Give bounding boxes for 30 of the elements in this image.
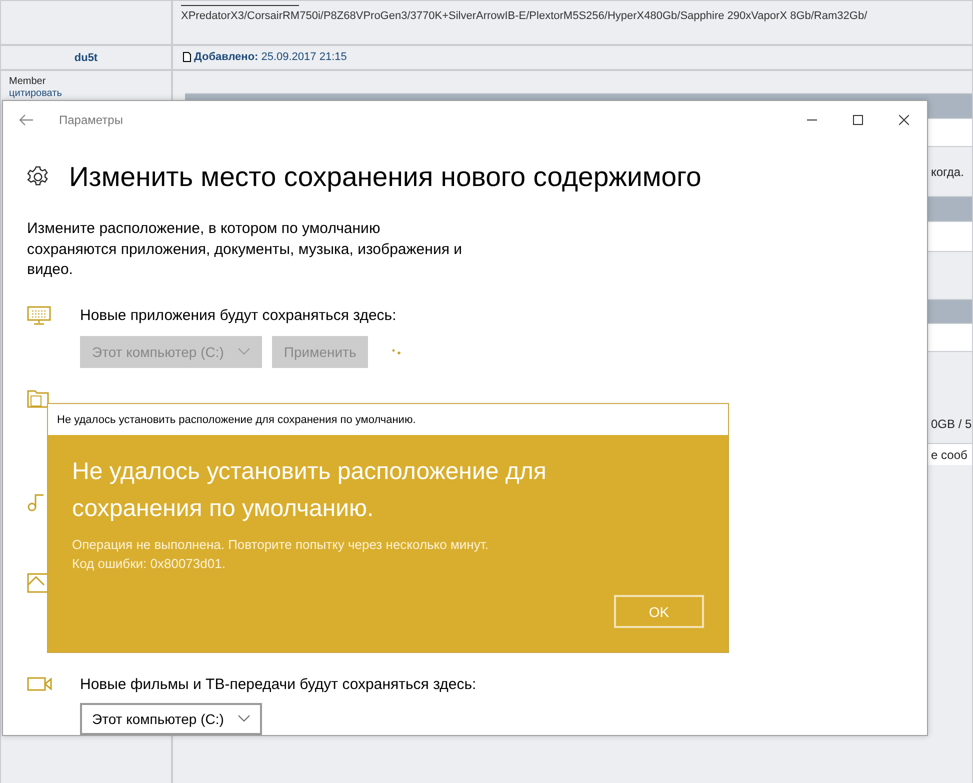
post-text: когда.: [931, 164, 964, 178]
description-text: Измените расположение, в котором по умолчанию сохраняются приложения, документы, музыка, изображения и видео.: [27, 219, 463, 280]
post-date: Добавлено: 25.09.2017 21:15: [183, 51, 972, 63]
minimize-icon: [807, 119, 817, 121]
section-label: Новые фильмы и ТВ-передачи будут сохраняться здесь:: [80, 676, 478, 692]
error-heading: Не удалось установить расположение для сохранения по умолчанию.: [72, 457, 548, 524]
dialog-title: Не удалось установить расположение для сохранения по умолчанию.: [57, 414, 416, 426]
chevron-down-icon: [238, 715, 250, 722]
window-title: Параметры: [59, 113, 123, 127]
post-text: е сооб: [931, 448, 968, 462]
member-rank: Member: [9, 76, 46, 88]
back-arrow-icon[interactable]: [19, 114, 33, 126]
page-heading: Изменить место сохранения нового содержимого: [69, 161, 702, 193]
close-icon: [899, 115, 909, 125]
chevron-down-icon: [238, 348, 250, 355]
quote-link[interactable]: цитировать: [9, 88, 62, 100]
error-code: Код ошибки: 0x80073d01.: [72, 555, 226, 573]
drive-dropdown[interactable]: Этот компьютер (C:): [80, 702, 262, 734]
video-camera-icon: [27, 676, 53, 692]
post-text: 0GB / 5: [931, 417, 972, 433]
section-label: Новые приложения будут сохраняться здесь:: [80, 307, 398, 324]
monitor-icon: [27, 306, 51, 326]
ok-button[interactable]: OK: [614, 595, 704, 628]
document-icon: [183, 52, 191, 62]
error-message: Операция не выполнена. Повторите попытку через несколько минут.: [72, 536, 490, 554]
signature-text: XPredatorX3/CorsairRM750i/P8Z68VProGen3/3770K+SilverArrowIB-E/PlextorM5S256/HyperX480Gb/Sapphire 290xVaporX 8Gb/Ram32Gb/: [181, 10, 868, 22]
author-name: du5t: [74, 52, 98, 64]
settings-icon: [27, 166, 49, 188]
folder-icon: [27, 388, 49, 408]
maximize-icon: [853, 115, 863, 125]
